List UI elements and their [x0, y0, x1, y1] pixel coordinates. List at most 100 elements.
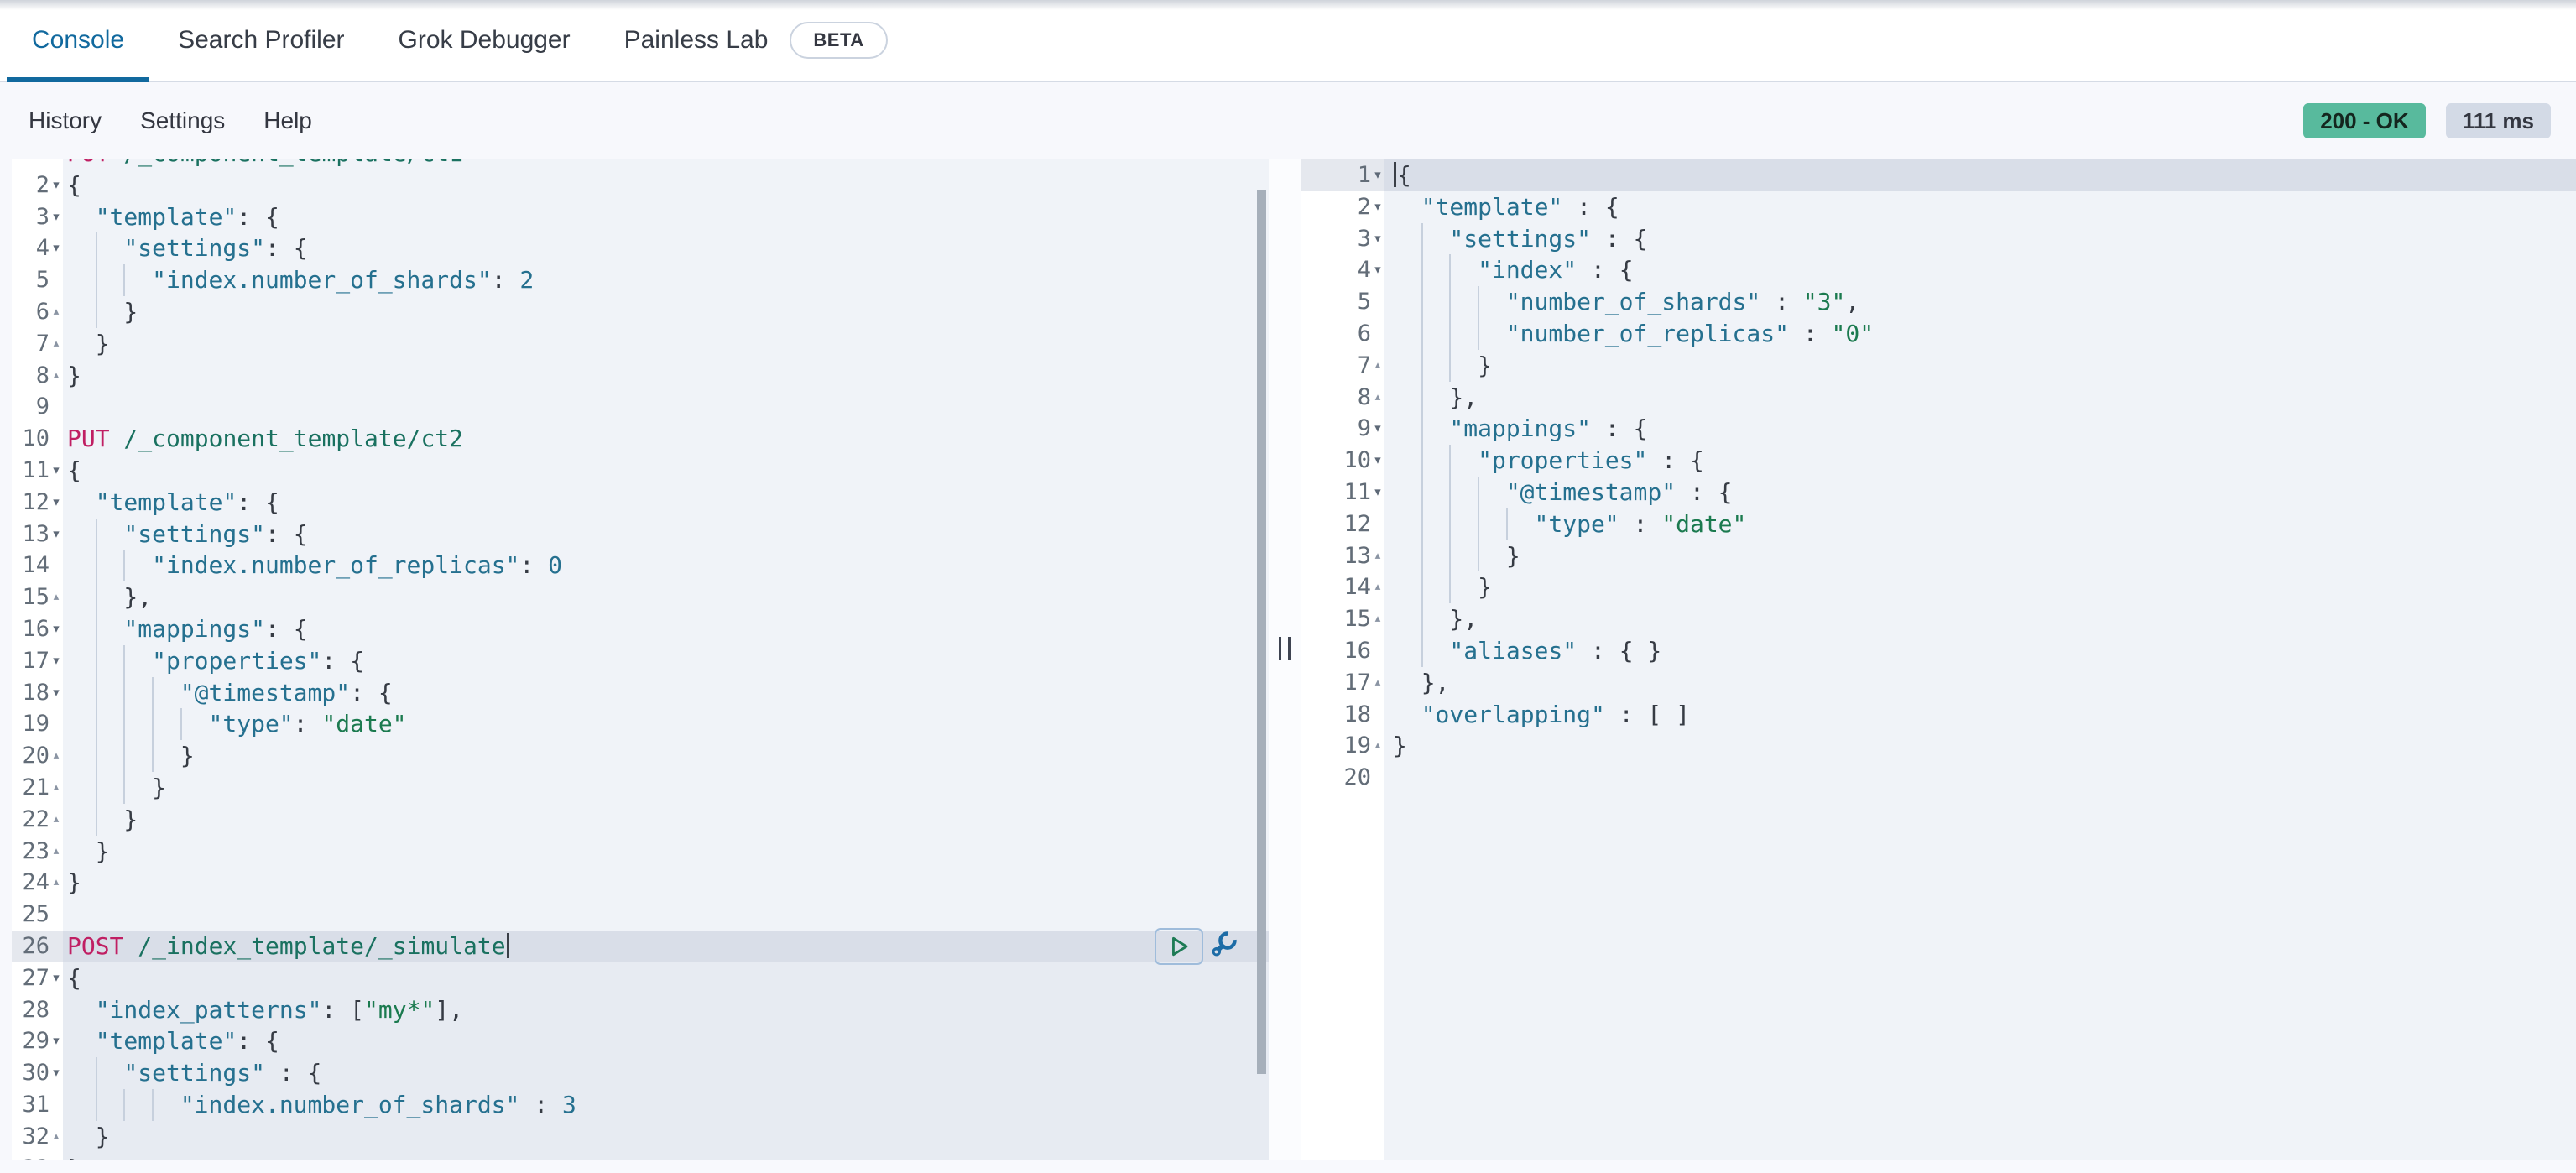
fold-toggle-icon[interactable]: ▴ — [50, 804, 63, 836]
code-line-content[interactable]: } — [63, 360, 1269, 392]
fold-toggle-icon[interactable]: ▴ — [1371, 382, 1384, 414]
code-line-content[interactable]: "mappings" : { — [1384, 413, 2576, 445]
code-line-content[interactable]: { — [1384, 159, 2576, 191]
fold-toggle-icon[interactable]: ▾ — [50, 487, 63, 519]
code-line-content[interactable]: "index_patterns": ["my*"], — [63, 994, 1269, 1026]
code-line-content[interactable]: }, — [1384, 603, 2576, 635]
fold-toggle-icon[interactable]: ▾ — [50, 677, 63, 709]
fold-toggle-icon[interactable]: ▾ — [50, 645, 63, 677]
code-line-content[interactable]: "properties" : { — [1384, 445, 2576, 477]
code-line-content[interactable]: } — [1384, 350, 2576, 382]
fold-toggle-icon[interactable]: ▾ — [1371, 445, 1384, 477]
fold-toggle-icon[interactable]: ▾ — [50, 455, 63, 487]
code-line-content[interactable]: { — [63, 962, 1269, 994]
code-line-content[interactable]: "index" : { — [1384, 254, 2576, 286]
code-line-content[interactable]: "settings": { — [63, 519, 1269, 550]
send-request-button[interactable] — [1155, 928, 1203, 965]
code-line-content[interactable]: }, — [1384, 667, 2576, 699]
code-line-content[interactable]: "template": { — [63, 1025, 1269, 1057]
code-line-content[interactable]: } — [1384, 540, 2576, 572]
fold-toggle-icon[interactable]: ▾ — [50, 232, 63, 264]
fold-toggle-icon[interactable]: ▾ — [50, 613, 63, 645]
code-line-content[interactable]: } — [1384, 730, 2576, 762]
fold-toggle-icon[interactable]: ▾ — [50, 1057, 63, 1089]
fold-toggle-icon[interactable]: ▴ — [50, 296, 63, 328]
code-line-content[interactable]: } — [1384, 571, 2576, 603]
request-options-button[interactable] — [1205, 928, 1238, 965]
code-line-content[interactable]: "index.number_of_shards" : 3 — [63, 1089, 1269, 1121]
fold-toggle-icon[interactable]: ▾ — [1371, 159, 1384, 191]
fold-toggle-icon[interactable]: ▴ — [50, 740, 63, 772]
code-line-content[interactable]: "template": { — [63, 201, 1269, 233]
fold-toggle-icon[interactable]: ▴ — [50, 772, 63, 804]
fold-toggle-icon[interactable]: ▴ — [1371, 603, 1384, 635]
menu-settings[interactable]: Settings — [140, 107, 225, 134]
code-line-content[interactable]: "template" : { — [1384, 191, 2576, 223]
code-line-content[interactable]: } — [63, 1153, 1269, 1161]
code-line-content[interactable]: "type" : "date" — [1384, 508, 2576, 540]
fold-toggle-icon[interactable]: ▴ — [50, 867, 63, 899]
response-viewer[interactable]: 1▾{2▾"template" : {3▾"settings" : {4▾"in… — [1301, 159, 2576, 1160]
fold-toggle-icon[interactable]: ▾ — [1371, 413, 1384, 445]
editor-scrollbar[interactable] — [1257, 190, 1266, 1074]
code-line-content[interactable]: { — [63, 455, 1269, 487]
fold-toggle-icon[interactable]: ▴ — [1371, 730, 1384, 762]
code-line-content[interactable]: } — [63, 804, 1269, 836]
request-editor[interactable]: PUT /_component_template/ct12▾{3▾"templa… — [12, 159, 1269, 1160]
code-line-content[interactable]: { — [63, 169, 1269, 201]
code-line-content[interactable]: "settings": { — [63, 232, 1269, 264]
code-line-content[interactable]: "settings" : { — [63, 1057, 1269, 1089]
code-line-content[interactable]: "number_of_replicas" : "0" — [1384, 318, 2576, 350]
code-line-content[interactable] — [63, 391, 1269, 423]
fold-toggle-icon[interactable]: ▴ — [50, 581, 63, 613]
fold-toggle-icon[interactable]: ▴ — [50, 360, 63, 392]
tab-grok-debugger[interactable]: Grok Debugger — [373, 0, 596, 81]
fold-toggle-icon[interactable]: ▴ — [50, 1121, 63, 1153]
code-line-content[interactable]: } — [63, 867, 1269, 899]
code-line-content[interactable]: }, — [63, 581, 1269, 613]
panel-resizer[interactable] — [1269, 159, 1301, 1160]
fold-toggle-icon[interactable]: ▾ — [1371, 477, 1384, 508]
fold-toggle-icon[interactable]: ▴ — [1371, 540, 1384, 572]
code-line-content[interactable]: "number_of_shards" : "3", — [1384, 286, 2576, 318]
code-line-content[interactable]: } — [63, 740, 1269, 772]
code-line-content[interactable]: } — [63, 328, 1269, 360]
code-line-content[interactable]: } — [63, 1121, 1269, 1153]
code-line-content[interactable]: PUT /_component_template/ct2 — [63, 423, 1269, 455]
code-line-content[interactable]: } — [63, 296, 1269, 328]
code-line-content[interactable]: "template": { — [63, 487, 1269, 519]
fold-toggle-icon[interactable]: ▴ — [50, 328, 63, 360]
fold-toggle-icon[interactable]: ▴ — [1371, 571, 1384, 603]
code-line-content[interactable]: "type": "date" — [63, 708, 1269, 740]
fold-toggle-icon[interactable]: ▴ — [1371, 667, 1384, 699]
tab-console[interactable]: Console — [7, 0, 149, 81]
fold-toggle-icon[interactable]: ▾ — [50, 169, 63, 201]
fold-toggle-icon[interactable]: ▾ — [50, 201, 63, 233]
code-line-content[interactable]: } — [63, 836, 1269, 868]
code-line-content[interactable]: "overlapping" : [ ] — [1384, 699, 2576, 731]
fold-toggle-icon[interactable]: ▾ — [1371, 191, 1384, 223]
code-line-content[interactable]: "properties": { — [63, 645, 1269, 677]
code-line-content[interactable]: POST /_index_template/_simulate — [63, 931, 1269, 962]
fold-toggle-icon[interactable]: ▾ — [1371, 223, 1384, 255]
fold-toggle-icon[interactable]: ▾ — [1371, 254, 1384, 286]
code-line-content[interactable]: "settings" : { — [1384, 223, 2576, 255]
code-line-content[interactable]: "index.number_of_shards": 2 — [63, 264, 1269, 296]
fold-toggle-icon[interactable]: ▴ — [50, 836, 63, 868]
fold-toggle-icon[interactable]: ▴ — [1371, 350, 1384, 382]
tab-painless-lab[interactable]: Painless LabBETA — [599, 0, 913, 81]
fold-toggle-icon[interactable]: ▾ — [50, 1025, 63, 1057]
code-line-content[interactable]: } — [63, 772, 1269, 804]
code-line-content[interactable]: "aliases" : { } — [1384, 635, 2576, 667]
fold-toggle-icon[interactable]: ▾ — [50, 519, 63, 550]
code-line-content[interactable]: "@timestamp" : { — [1384, 477, 2576, 508]
code-line-content[interactable]: PUT /_component_template/ct1 — [63, 159, 1269, 169]
code-line-content[interactable]: "index.number_of_replicas": 0 — [63, 550, 1269, 581]
code-line-content[interactable] — [1384, 762, 2576, 794]
code-line-content[interactable]: "mappings": { — [63, 613, 1269, 645]
fold-toggle-icon[interactable]: ▾ — [50, 962, 63, 994]
code-line-content[interactable]: "@timestamp": { — [63, 677, 1269, 709]
menu-help[interactable]: Help — [263, 107, 312, 134]
code-line-content[interactable]: }, — [1384, 382, 2576, 414]
code-line-content[interactable] — [63, 899, 1269, 931]
